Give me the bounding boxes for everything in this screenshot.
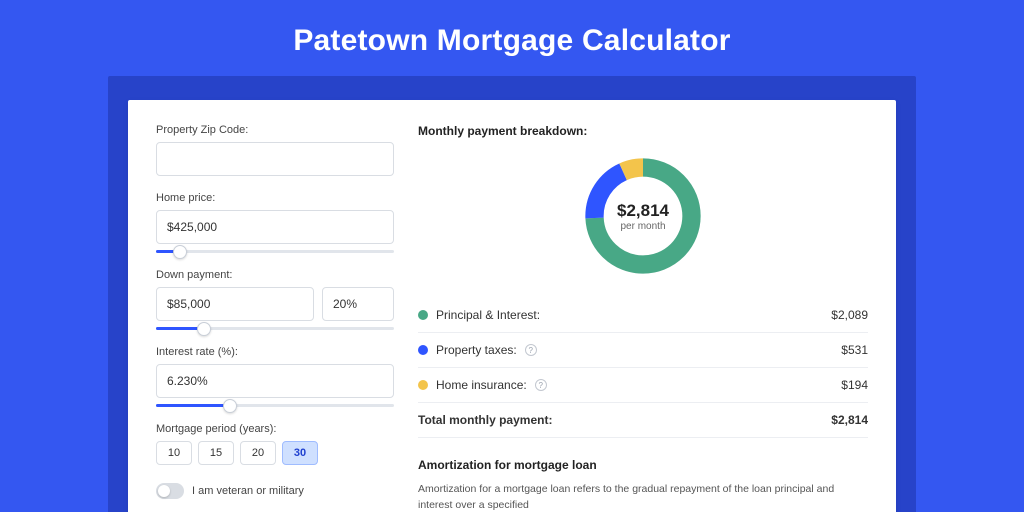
down-payment-group: Down payment: bbox=[156, 269, 394, 330]
veteran-row: I am veteran or military bbox=[156, 483, 394, 499]
amortization-text: Amortization for a mortgage loan refers … bbox=[418, 482, 868, 512]
period-segmented: 10 15 20 30 bbox=[156, 441, 394, 465]
info-icon[interactable]: ? bbox=[535, 379, 547, 391]
donut-chart: $2,814 per month bbox=[579, 152, 707, 280]
down-payment-pct-input[interactable] bbox=[322, 287, 394, 321]
interest-label: Interest rate (%): bbox=[156, 346, 394, 358]
legend-dot-principal bbox=[418, 310, 428, 320]
legend-dot-taxes bbox=[418, 345, 428, 355]
down-payment-slider[interactable] bbox=[156, 327, 394, 330]
down-payment-label: Down payment: bbox=[156, 269, 394, 281]
period-group: Mortgage period (years): 10 15 20 30 bbox=[156, 423, 394, 465]
calculator-panel: Property Zip Code: Home price: Down paym… bbox=[108, 76, 916, 512]
home-price-group: Home price: bbox=[156, 192, 394, 253]
form-column: Property Zip Code: Home price: Down paym… bbox=[156, 124, 394, 512]
info-icon[interactable]: ? bbox=[525, 344, 537, 356]
interest-slider[interactable] bbox=[156, 404, 394, 407]
amortization-title: Amortization for mortgage loan bbox=[418, 458, 868, 472]
veteran-label: I am veteran or military bbox=[192, 485, 304, 497]
row-label: Property taxes: bbox=[436, 343, 517, 357]
total-value: $2,814 bbox=[831, 413, 868, 427]
page-title: Patetown Mortgage Calculator bbox=[0, 24, 1024, 58]
row-value: $2,089 bbox=[831, 308, 868, 322]
zip-label: Property Zip Code: bbox=[156, 124, 394, 136]
row-value: $194 bbox=[841, 378, 868, 392]
legend-dot-insurance bbox=[418, 380, 428, 390]
donut-value: $2,814 bbox=[617, 201, 669, 221]
down-payment-input[interactable] bbox=[156, 287, 314, 321]
row-label: Home insurance: bbox=[436, 378, 527, 392]
calculator-card: Property Zip Code: Home price: Down paym… bbox=[128, 100, 896, 512]
row-value: $531 bbox=[841, 343, 868, 357]
interest-group: Interest rate (%): bbox=[156, 346, 394, 407]
breakdown-row-principal: Principal & Interest: $2,089 bbox=[418, 298, 868, 333]
zip-group: Property Zip Code: bbox=[156, 124, 394, 176]
breakdown-row-total: Total monthly payment: $2,814 bbox=[418, 403, 868, 438]
slider-thumb[interactable] bbox=[197, 322, 211, 336]
period-option-20[interactable]: 20 bbox=[240, 441, 276, 465]
row-label: Principal & Interest: bbox=[436, 308, 540, 322]
slider-thumb[interactable] bbox=[223, 399, 237, 413]
donut-chart-wrap: $2,814 per month bbox=[418, 146, 868, 298]
period-option-10[interactable]: 10 bbox=[156, 441, 192, 465]
home-price-label: Home price: bbox=[156, 192, 394, 204]
breakdown-row-insurance: Home insurance: ? $194 bbox=[418, 368, 868, 403]
period-label: Mortgage period (years): bbox=[156, 423, 394, 435]
home-price-input[interactable] bbox=[156, 210, 394, 244]
veteran-toggle[interactable] bbox=[156, 483, 184, 499]
period-option-15[interactable]: 15 bbox=[198, 441, 234, 465]
breakdown-rows: Principal & Interest: $2,089 Property ta… bbox=[418, 298, 868, 438]
total-label: Total monthly payment: bbox=[418, 413, 552, 427]
breakdown-title: Monthly payment breakdown: bbox=[418, 124, 868, 138]
breakdown-column: Monthly payment breakdown: $2,814 per mo… bbox=[418, 124, 868, 512]
zip-input[interactable] bbox=[156, 142, 394, 176]
slider-thumb[interactable] bbox=[173, 245, 187, 259]
interest-input[interactable] bbox=[156, 364, 394, 398]
amortization-section: Amortization for mortgage loan Amortizat… bbox=[418, 458, 868, 512]
donut-sub: per month bbox=[620, 221, 665, 232]
breakdown-row-taxes: Property taxes: ? $531 bbox=[418, 333, 868, 368]
donut-center: $2,814 per month bbox=[579, 152, 707, 280]
home-price-slider[interactable] bbox=[156, 250, 394, 253]
period-option-30[interactable]: 30 bbox=[282, 441, 318, 465]
